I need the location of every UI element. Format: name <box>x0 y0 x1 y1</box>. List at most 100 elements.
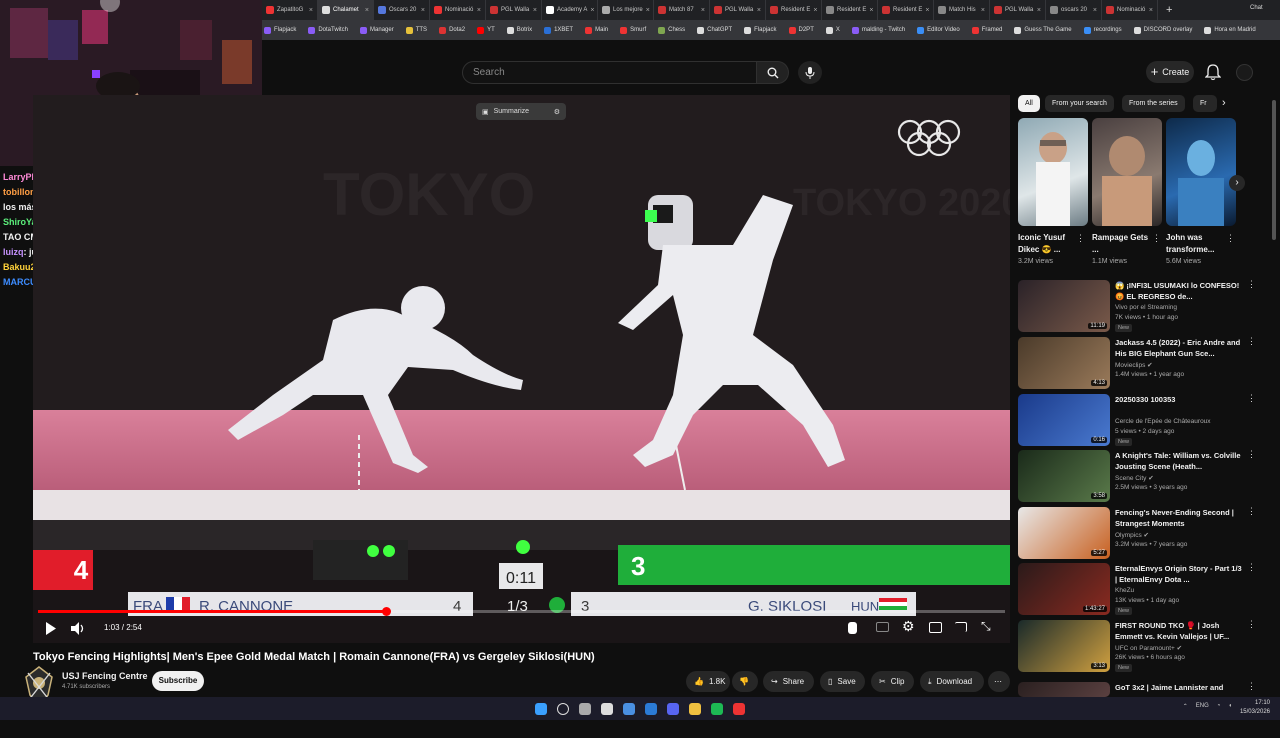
dislike-button[interactable]: 👎 <box>732 671 758 692</box>
tab-close-icon[interactable]: × <box>869 7 873 14</box>
tab-close-icon[interactable]: × <box>1037 7 1041 14</box>
bookmark-item[interactable]: TTS <box>405 26 427 34</box>
obs-icon[interactable] <box>601 702 613 715</box>
more-actions-button[interactable]: ⋯ <box>988 671 1010 692</box>
video-title-link[interactable]: FIRST ROUND TKO 🥊 | Josh Emmett vs. Kevi… <box>1115 620 1245 642</box>
start-icon[interactable] <box>535 702 547 715</box>
video-thumbnail[interactable]: 11:19 <box>1018 280 1110 332</box>
video-channel[interactable]: Olympics ✔ <box>1115 531 1149 539</box>
bookmark-item[interactable]: ChatGPT <box>697 26 732 34</box>
bookmark-item[interactable]: DotaTwitch <box>308 26 348 34</box>
bookmark-item[interactable]: DISCORD overlay <box>1133 26 1192 34</box>
tab-close-icon[interactable]: × <box>1093 7 1097 14</box>
video-title-link[interactable]: A Knight's Tale: William vs. Colville Jo… <box>1115 450 1245 472</box>
related-video-item[interactable]: 5:27 Fencing's Never-Ending Second | Stra… <box>1018 507 1263 563</box>
bookmark-item[interactable]: Hora en Madrid <box>1204 26 1256 34</box>
tab-close-icon[interactable]: × <box>590 7 594 14</box>
browser-tab[interactable]: Chalamet × <box>318 0 374 20</box>
fullscreen-exit-icon[interactable]: ⤡ <box>981 619 991 634</box>
search-button[interactable] <box>757 61 789 84</box>
video-channel[interactable]: UFC on Paramount+ ✔ <box>1115 644 1182 652</box>
video-title-link[interactable]: 20250330 100353 <box>1115 394 1245 405</box>
video-channel[interactable]: Scene City ✔ <box>1115 474 1154 482</box>
voice-search-button[interactable] <box>798 61 822 84</box>
taskbar-clock[interactable]: 17:10 15/03/2026 <box>1240 699 1270 717</box>
tab-close-icon[interactable]: × <box>981 7 985 14</box>
create-button[interactable]: + Create <box>1146 61 1194 83</box>
account-avatar[interactable] <box>1236 64 1253 81</box>
short-menu-icon-1[interactable]: ⋮ <box>1076 234 1085 243</box>
pause-indicator-icon[interactable] <box>848 622 857 634</box>
video-menu-icon[interactable]: ⋮ <box>1247 682 1256 691</box>
bookmark-item[interactable]: YT <box>477 26 495 34</box>
browser-tab[interactable]: Resident E × <box>878 0 934 20</box>
video-menu-icon[interactable]: ⋮ <box>1247 280 1256 289</box>
file-explorer-icon[interactable] <box>689 702 701 715</box>
bookmark-item[interactable]: Flapjack <box>264 26 296 34</box>
browser-tab[interactable]: oscars 20 × <box>1046 0 1102 20</box>
video-menu-icon[interactable]: ⋮ <box>1247 507 1256 516</box>
tab-close-icon[interactable]: × <box>365 7 369 14</box>
subtitles-icon[interactable] <box>876 622 889 632</box>
video-thumbnail[interactable] <box>1018 682 1110 697</box>
task-view-icon[interactable] <box>579 702 591 715</box>
video-title-link[interactable]: Jackass 4.5 (2022) - Eric Andre and His … <box>1115 337 1245 359</box>
browser-tab[interactable]: PGL Walla × <box>486 0 542 20</box>
chevron-right-icon[interactable]: › <box>1222 97 1226 109</box>
video-thumbnail[interactable]: 1:43:27 <box>1018 563 1110 615</box>
bookmark-item[interactable]: Editor Video <box>917 26 960 34</box>
video-title-link[interactable]: 😱 ¡INFI3L USUMAKI lo CONFESO! 😡 EL REGRE… <box>1115 280 1245 302</box>
bookmark-item[interactable]: Smurf <box>620 26 646 34</box>
video-title-link[interactable]: Fencing's Never-Ending Second | Stranges… <box>1115 507 1245 529</box>
browser-tab[interactable]: Resident E × <box>766 0 822 20</box>
share-button[interactable]: ↪ Share <box>763 671 814 692</box>
summarize-button[interactable]: ▣ Summarize ⚙ <box>476 103 566 120</box>
browser-tab[interactable]: Nominació × <box>1102 0 1158 20</box>
related-video-item[interactable]: 1:43:27 EternalEnvys Origin Story - Part … <box>1018 563 1263 619</box>
bookmark-item[interactable]: recordings <box>1083 26 1122 34</box>
short-thumbnail-2[interactable] <box>1092 118 1162 226</box>
download-button[interactable]: ⤓ Download <box>920 671 984 692</box>
bookmark-item[interactable]: Framed <box>971 26 1002 34</box>
bookmark-item[interactable]: Dota2 <box>439 26 465 34</box>
channel-name[interactable]: USJ Fencing Centre <box>62 671 148 681</box>
search-input[interactable]: Search <box>462 61 757 84</box>
discord-icon[interactable] <box>667 702 679 715</box>
short-menu-icon-2[interactable]: ⋮ <box>1152 234 1161 243</box>
video-thumbnail[interactable]: 5:27 <box>1018 507 1110 559</box>
tab-close-icon[interactable]: × <box>925 7 929 14</box>
video-channel[interactable]: Movieclips ✔ <box>1115 361 1153 369</box>
video-title-link[interactable]: GoT 3x2 | Jaime Lannister and <box>1115 682 1245 693</box>
bookmark-item[interactable]: Guess The Game <box>1014 26 1072 34</box>
video-menu-icon[interactable]: ⋮ <box>1247 620 1256 629</box>
video-channel[interactable]: Cercle de l'Epée de Châteauroux <box>1115 418 1211 425</box>
new-tab-button[interactable]: + <box>1166 4 1172 16</box>
bookmark-item[interactable]: Flapjack <box>744 26 777 34</box>
save-button[interactable]: ▯ Save <box>820 671 865 692</box>
video-title-link[interactable]: EternalEnvys Origin Story - Part 1/3 | E… <box>1115 563 1245 585</box>
wifi-icon[interactable]: ◔ <box>1217 703 1221 710</box>
video-thumbnail[interactable]: 3:13 <box>1018 620 1110 672</box>
clip-button[interactable]: ✂ Clip <box>871 671 914 692</box>
scrollbar-thumb[interactable] <box>1272 100 1276 240</box>
video-menu-icon[interactable]: ⋮ <box>1247 394 1256 403</box>
bookmark-item[interactable]: Manager <box>360 26 394 34</box>
video-channel[interactable]: Vivo por el Streaming <box>1115 304 1177 311</box>
bookmark-item[interactable]: Chess <box>658 26 685 34</box>
cast-icon[interactable] <box>955 622 967 632</box>
like-button[interactable]: 👍 1.8K <box>686 671 730 692</box>
short-thumbnail-1[interactable] <box>1018 118 1088 226</box>
short-title-1[interactable]: Iconic Yusuf Dikec 😎 ... <box>1018 232 1076 256</box>
video-channel[interactable]: KheZu <box>1115 587 1134 594</box>
video-thumbnail[interactable]: 4:13 <box>1018 337 1110 389</box>
play-icon[interactable] <box>45 622 57 635</box>
miniplayer-icon[interactable] <box>929 622 942 633</box>
tab-close-icon[interactable]: × <box>477 7 481 14</box>
bookmark-item[interactable]: D2PT <box>788 26 814 34</box>
chip-from-the-series[interactable]: From the series <box>1122 95 1185 112</box>
related-video-item[interactable]: 4:13 Jackass 4.5 (2022) - Eric Andre and … <box>1018 337 1263 393</box>
tab-close-icon[interactable]: × <box>533 7 537 14</box>
browser-tab[interactable]: Match 87 × <box>654 0 710 20</box>
copilot-chat-button[interactable]: Chat <box>1250 5 1263 11</box>
tab-close-icon[interactable]: × <box>309 7 313 14</box>
